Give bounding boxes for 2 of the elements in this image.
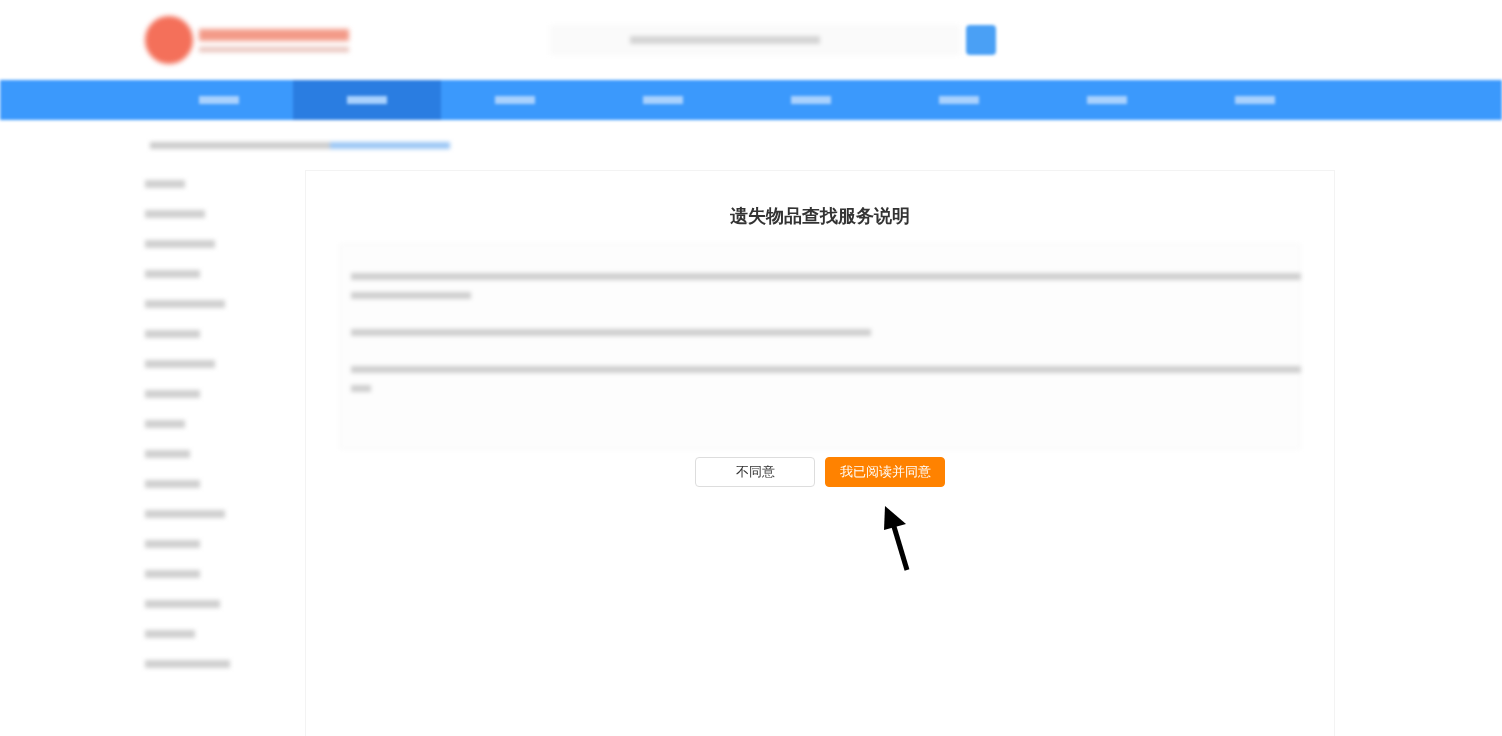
dialog-title: 遗失物品查找服务说明 [730,204,910,228]
disagree-button[interactable]: 不同意 [695,457,815,487]
